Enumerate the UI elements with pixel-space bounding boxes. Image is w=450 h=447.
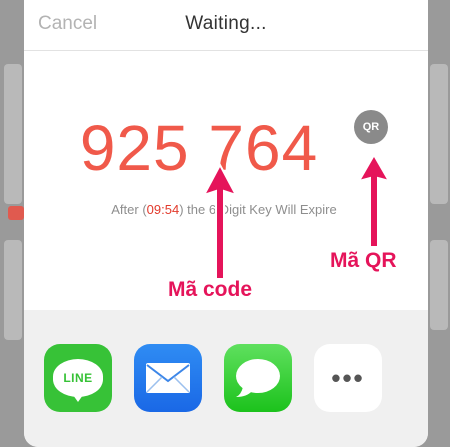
share-line-button[interactable]: LINE xyxy=(44,344,112,412)
background-card xyxy=(430,64,448,204)
background-badge xyxy=(8,206,24,220)
background-card xyxy=(4,64,22,204)
share-messages-button[interactable] xyxy=(224,344,292,412)
line-icon: LINE xyxy=(53,359,103,402)
countdown-timer: 09:54 xyxy=(146,202,180,217)
code-arrow xyxy=(201,163,239,280)
share-mail-button[interactable] xyxy=(134,344,202,412)
expire-prefix: After ( xyxy=(111,202,147,217)
code-annotation: Mã code xyxy=(168,278,253,301)
dialog-title: Waiting... xyxy=(185,13,267,34)
line-icon-label: LINE xyxy=(63,371,93,385)
six-digit-code: 925 764 xyxy=(79,112,319,184)
mail-icon xyxy=(146,363,190,393)
share-more-button[interactable]: ••• xyxy=(314,344,382,412)
background-card xyxy=(4,240,22,340)
qr-annotation: Mã QR xyxy=(330,249,397,272)
background-card xyxy=(430,240,448,330)
qr-code-button[interactable]: QR xyxy=(354,110,388,144)
share-sheet: LINE ••• xyxy=(24,310,428,447)
dialog-header: Cancel Waiting... xyxy=(24,0,428,51)
more-icon: ••• xyxy=(331,363,365,393)
messages-icon xyxy=(236,359,280,397)
qr-arrow xyxy=(356,153,392,248)
